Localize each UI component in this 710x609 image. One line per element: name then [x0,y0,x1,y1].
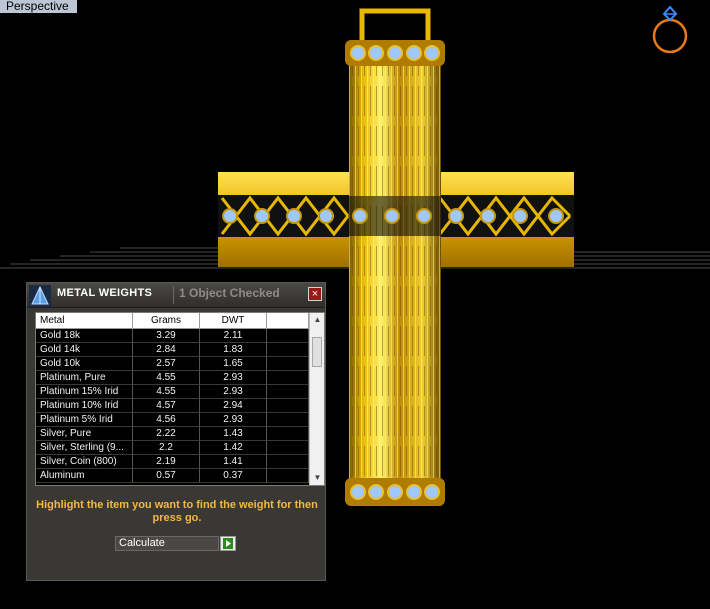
grams-cell: 2.2 [133,441,200,455]
pyramid-logo-icon [29,285,51,307]
empty-cell [267,357,309,371]
grams-cell: 0.57 [133,469,200,483]
empty-cell [267,371,309,385]
metal-cell: Platinum, Pure [36,371,133,385]
table-row[interactable]: Gold 14k 2.84 1.83 [36,343,309,357]
empty-cell [267,469,309,483]
grams-cell: 4.55 [133,371,200,385]
empty-cell [267,399,309,413]
metal-weights-panel: METAL WEIGHTS 1 Object Checked × Metal G… [26,282,326,581]
grams-cell: 2.84 [133,343,200,357]
dwt-cell: 2.93 [200,385,267,399]
empty-cell [267,455,309,469]
dwt-cell: 2.94 [200,399,267,413]
empty-cell [267,385,309,399]
dwt-cell: 1.65 [200,357,267,371]
grams-cell: 2.57 [133,357,200,371]
table-header-row: Metal Grams DWT [36,313,309,329]
column-header-dwt[interactable]: DWT [200,313,267,329]
dwt-cell: 1.83 [200,343,267,357]
instruction-text: Highlight the item you want to find the … [36,499,318,524]
column-header-grams[interactable]: Grams [133,313,200,329]
scroll-down-icon[interactable]: ▼ [310,471,324,485]
viewport-label[interactable]: Perspective [0,0,77,13]
metal-cell: Gold 10k [36,357,133,371]
metal-cell: Silver, Sterling (9... [36,441,133,455]
checked-status: 1 Object Checked [179,286,280,300]
ring-icon[interactable] [648,4,692,56]
column-header-metal[interactable]: Metal [36,313,133,329]
table-row[interactable]: Platinum 15% Irid 4.55 2.93 [36,385,309,399]
table-row[interactable]: Silver, Coin (800) 2.19 1.41 [36,455,309,469]
cross-post [349,55,441,505]
table-row[interactable]: Silver, Pure 2.22 1.43 [36,427,309,441]
calculate-select[interactable]: Calculate [115,536,219,551]
table-row[interactable]: Gold 10k 2.57 1.65 [36,357,309,371]
table-row[interactable]: Gold 18k 3.29 2.11 [36,329,309,343]
header-divider [173,286,174,304]
table-row[interactable]: Silver, Sterling (9... 2.2 1.42 [36,441,309,455]
scroll-thumb[interactable] [312,337,322,367]
pendant-bail [359,8,431,48]
bottom-gem-band [345,478,445,506]
grams-cell: 4.56 [133,413,200,427]
panel-title: METAL WEIGHTS [57,287,153,299]
scroll-up-icon[interactable]: ▲ [310,313,324,327]
table-row[interactable]: Aluminum 0.57 0.37 [36,469,309,483]
go-button[interactable] [220,536,236,551]
dwt-cell: 0.37 [200,469,267,483]
metal-cell: Gold 14k [36,343,133,357]
grams-cell: 3.29 [133,329,200,343]
play-arrow-icon [223,538,233,549]
empty-cell [267,329,309,343]
dwt-cell: 1.42 [200,441,267,455]
top-gem-band [345,40,445,66]
metal-cell: Aluminum [36,469,133,483]
close-button[interactable]: × [308,287,322,301]
grams-cell: 4.55 [133,385,200,399]
table-row[interactable]: Platinum 5% Irid 4.56 2.93 [36,413,309,427]
dwt-cell: 1.41 [200,455,267,469]
metal-cell: Platinum 15% Irid [36,385,133,399]
column-header-empty[interactable] [267,313,309,329]
3d-viewport[interactable]: Perspective METAL WEIGHTS 1 Object Check… [0,0,710,609]
table-row[interactable]: Platinum 10% Irid 4.57 2.94 [36,399,309,413]
metal-weights-table[interactable]: Metal Grams DWT Gold 18k 3.29 2.11 Gold 14k… [35,312,325,486]
grams-cell: 2.22 [133,427,200,441]
metal-cell: Silver, Pure [36,427,133,441]
dwt-cell: 1.43 [200,427,267,441]
grams-cell: 4.57 [133,399,200,413]
dwt-cell: 2.93 [200,413,267,427]
grams-cell: 2.19 [133,455,200,469]
metal-cell: Gold 18k [36,329,133,343]
empty-cell [267,413,309,427]
empty-cell [267,441,309,455]
metal-cell: Platinum 10% Irid [36,399,133,413]
empty-cell [267,343,309,357]
dwt-cell: 2.93 [200,371,267,385]
metal-cell: Silver, Coin (800) [36,455,133,469]
panel-header[interactable]: METAL WEIGHTS 1 Object Checked × [27,283,325,308]
empty-cell [267,427,309,441]
table-scrollbar[interactable]: ▲ ▼ [309,313,324,485]
dwt-cell: 2.11 [200,329,267,343]
table-row[interactable]: Platinum, Pure 4.55 2.93 [36,371,309,385]
calculate-control: Calculate [115,536,237,551]
metal-cell: Platinum 5% Irid [36,413,133,427]
